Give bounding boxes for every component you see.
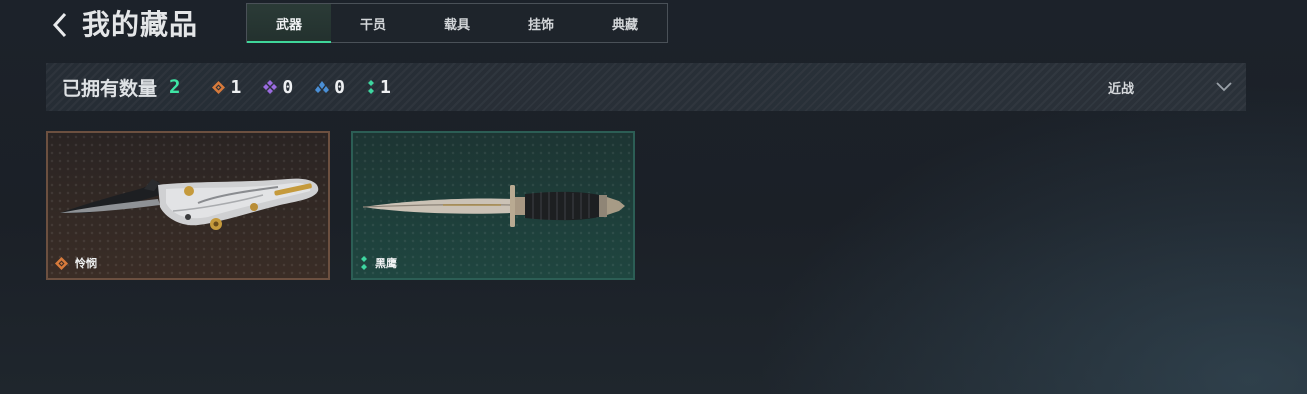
filter-label: 近战 <box>1107 81 1134 97</box>
rarity-green-count: 1 <box>367 77 391 98</box>
green-dots-icon <box>368 80 374 94</box>
rarity-count: 1 <box>380 76 391 98</box>
rarity-count: 0 <box>334 76 345 98</box>
item-name: 怜悯 <box>75 257 97 270</box>
chevron-left-icon <box>52 12 67 38</box>
back-button[interactable] <box>48 10 72 40</box>
stats-bar: 已拥有数量 2 1 0 0 1 近战 <box>46 63 1246 111</box>
category-tabs: 武器 干员 载具 挂饰 典藏 <box>246 3 668 43</box>
owned-label: 已拥有数量 <box>62 77 158 100</box>
category-filter-dropdown[interactable]: 近战 <box>1108 63 1232 111</box>
rarity-count: 1 <box>230 76 242 98</box>
item-name: 黑鹰 <box>375 257 397 270</box>
purple-diamond-icon <box>263 80 278 94</box>
orange-diamond-icon <box>55 256 68 270</box>
green-dots-icon <box>361 256 367 270</box>
item-footer: 黑鹰 <box>360 255 397 271</box>
tab-operators[interactable]: 干员 <box>331 4 415 42</box>
orange-diamond-icon <box>212 80 226 94</box>
tab-vehicles[interactable]: 载具 <box>415 4 499 42</box>
rarity-orange-count: 1 <box>212 77 241 98</box>
chevron-down-icon <box>1216 82 1232 92</box>
page-title: 我的藏品 <box>82 8 199 41</box>
rarity-blue-count: 0 <box>315 77 345 98</box>
rarity-purple-count: 0 <box>263 77 293 98</box>
rarity-count: 0 <box>282 76 294 98</box>
item-card[interactable]: 怜悯 <box>46 131 330 280</box>
item-card[interactable]: 黑鹰 <box>351 131 635 280</box>
tab-charms[interactable]: 挂饰 <box>499 4 583 42</box>
item-footer: 怜悯 <box>55 255 97 271</box>
tab-collection[interactable]: 典藏 <box>583 4 667 42</box>
blue-triangle-icon <box>315 81 330 93</box>
tab-weapons[interactable]: 武器 <box>247 4 331 43</box>
owned-count: 2 <box>169 76 181 98</box>
